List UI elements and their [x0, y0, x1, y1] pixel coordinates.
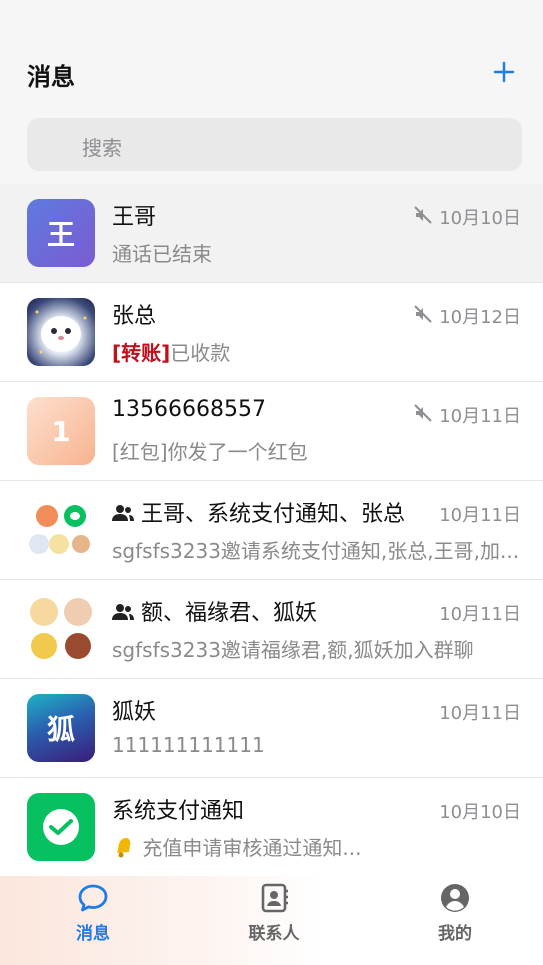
conversation-subtitle: 111111111111	[112, 733, 265, 757]
conversation-subtitle: [转账]已收款	[112, 337, 230, 366]
conversation-row[interactable]: 王 王哥 10月10日 通话已结束	[0, 184, 543, 283]
page-title: 消息	[27, 63, 75, 91]
profile-icon	[441, 884, 469, 912]
conversation-date: 10月11日	[439, 406, 521, 427]
avatar-text: 王	[46, 218, 75, 251]
tab-messages[interactable]: 消息	[33, 876, 153, 965]
group-name-text: 王哥、系统支付通知、张总	[141, 502, 406, 527]
conversation-name: 张总	[112, 304, 157, 329]
conversation-subtitle: [红包]你发了一个红包	[112, 440, 308, 464]
avatar	[27, 793, 95, 861]
conversation-subtitle: sgfsfs3233邀请福缘君,额,狐妖加入群聊	[112, 638, 474, 662]
group-name-text: 额、福缘君、狐妖	[141, 601, 318, 626]
mute-icon	[414, 305, 432, 323]
conversation-name: 额、福缘君、狐妖	[112, 595, 317, 627]
group-avatar-icon	[29, 505, 90, 554]
conversation-row[interactable]: 1 13566668557 10月11日 [红包]你发了一个红包	[0, 382, 543, 481]
avatar-text: 狐	[46, 713, 75, 746]
tab-label: 消息	[76, 924, 110, 944]
conversation-date: 10月10日	[439, 802, 521, 823]
conversation-subtitle: sgfsfs3233邀请系统支付通知,张总,王哥,加...	[112, 539, 520, 563]
avatar: 狐	[27, 694, 95, 762]
plus-icon[interactable]	[490, 58, 518, 86]
contacts-icon	[261, 883, 288, 913]
conversation-row[interactable]: 额、福缘君、狐妖 10月11日 sgfsfs3233邀请福缘君,额,狐妖加入群聊	[0, 580, 543, 679]
conversation-row[interactable]: 系统支付通知 10月10日 充值申请审核通过通知...	[0, 778, 543, 877]
transfer-tag: [转账]	[112, 341, 171, 365]
mute-icon	[414, 206, 432, 224]
conversation-row[interactable]: 张总 10月12日 [转账]已收款	[0, 283, 543, 382]
header: 消息 搜索	[0, 0, 543, 184]
chat-bubble-icon	[78, 884, 108, 912]
subtitle-text: 充值申请审核通过通知...	[142, 836, 362, 860]
conversation-name: 13566668557	[112, 397, 266, 422]
avatar	[27, 298, 95, 366]
tab-profile[interactable]: 我的	[395, 876, 515, 965]
wechat-pay-icon	[43, 809, 79, 845]
group-avatar-icon	[30, 598, 92, 659]
search-input[interactable]: 搜索	[27, 118, 522, 171]
conversation-name: 王哥、系统支付通知、张总	[112, 496, 405, 528]
conversation-subtitle: 通话已结束	[112, 242, 212, 266]
conversation-name: 王哥	[112, 205, 157, 230]
avatar-text: 1	[51, 414, 71, 448]
conversation-date: 10月11日	[439, 505, 521, 526]
bell-icon	[117, 838, 131, 858]
group-icon	[112, 505, 134, 521]
conversation-subtitle: 充值申请审核通过通知...	[112, 832, 361, 861]
puppy-avatar-icon	[35, 310, 87, 354]
search-placeholder: 搜索	[82, 136, 122, 160]
conversation-row[interactable]: 王哥、系统支付通知、张总 10月11日 sgfsfs3233邀请系统支付通知,张…	[0, 481, 543, 580]
tab-label: 我的	[438, 924, 472, 944]
conversation-list: 王 王哥 10月10日 通话已结束 张总 10月12日 [转账]已收款 1 13…	[0, 184, 543, 877]
conversation-name: 狐妖	[112, 700, 157, 725]
conversation-date: 10月10日	[439, 208, 521, 229]
conversation-date: 10月11日	[439, 604, 521, 625]
bottom-tab-bar: 消息 联系人 我的	[0, 876, 543, 965]
subtitle-text: 已收款	[170, 341, 231, 365]
conversation-date: 10月12日	[439, 307, 521, 328]
conversation-row[interactable]: 狐 狐妖 10月11日 111111111111	[0, 679, 543, 778]
avatar: 1	[27, 397, 95, 465]
conversation-name: 系统支付通知	[112, 799, 245, 824]
avatar: 王	[27, 199, 95, 267]
tab-contacts[interactable]: 联系人	[214, 876, 334, 965]
mute-icon	[414, 404, 432, 422]
tab-label: 联系人	[248, 924, 300, 944]
conversation-date: 10月11日	[439, 703, 521, 724]
group-icon	[112, 604, 134, 620]
